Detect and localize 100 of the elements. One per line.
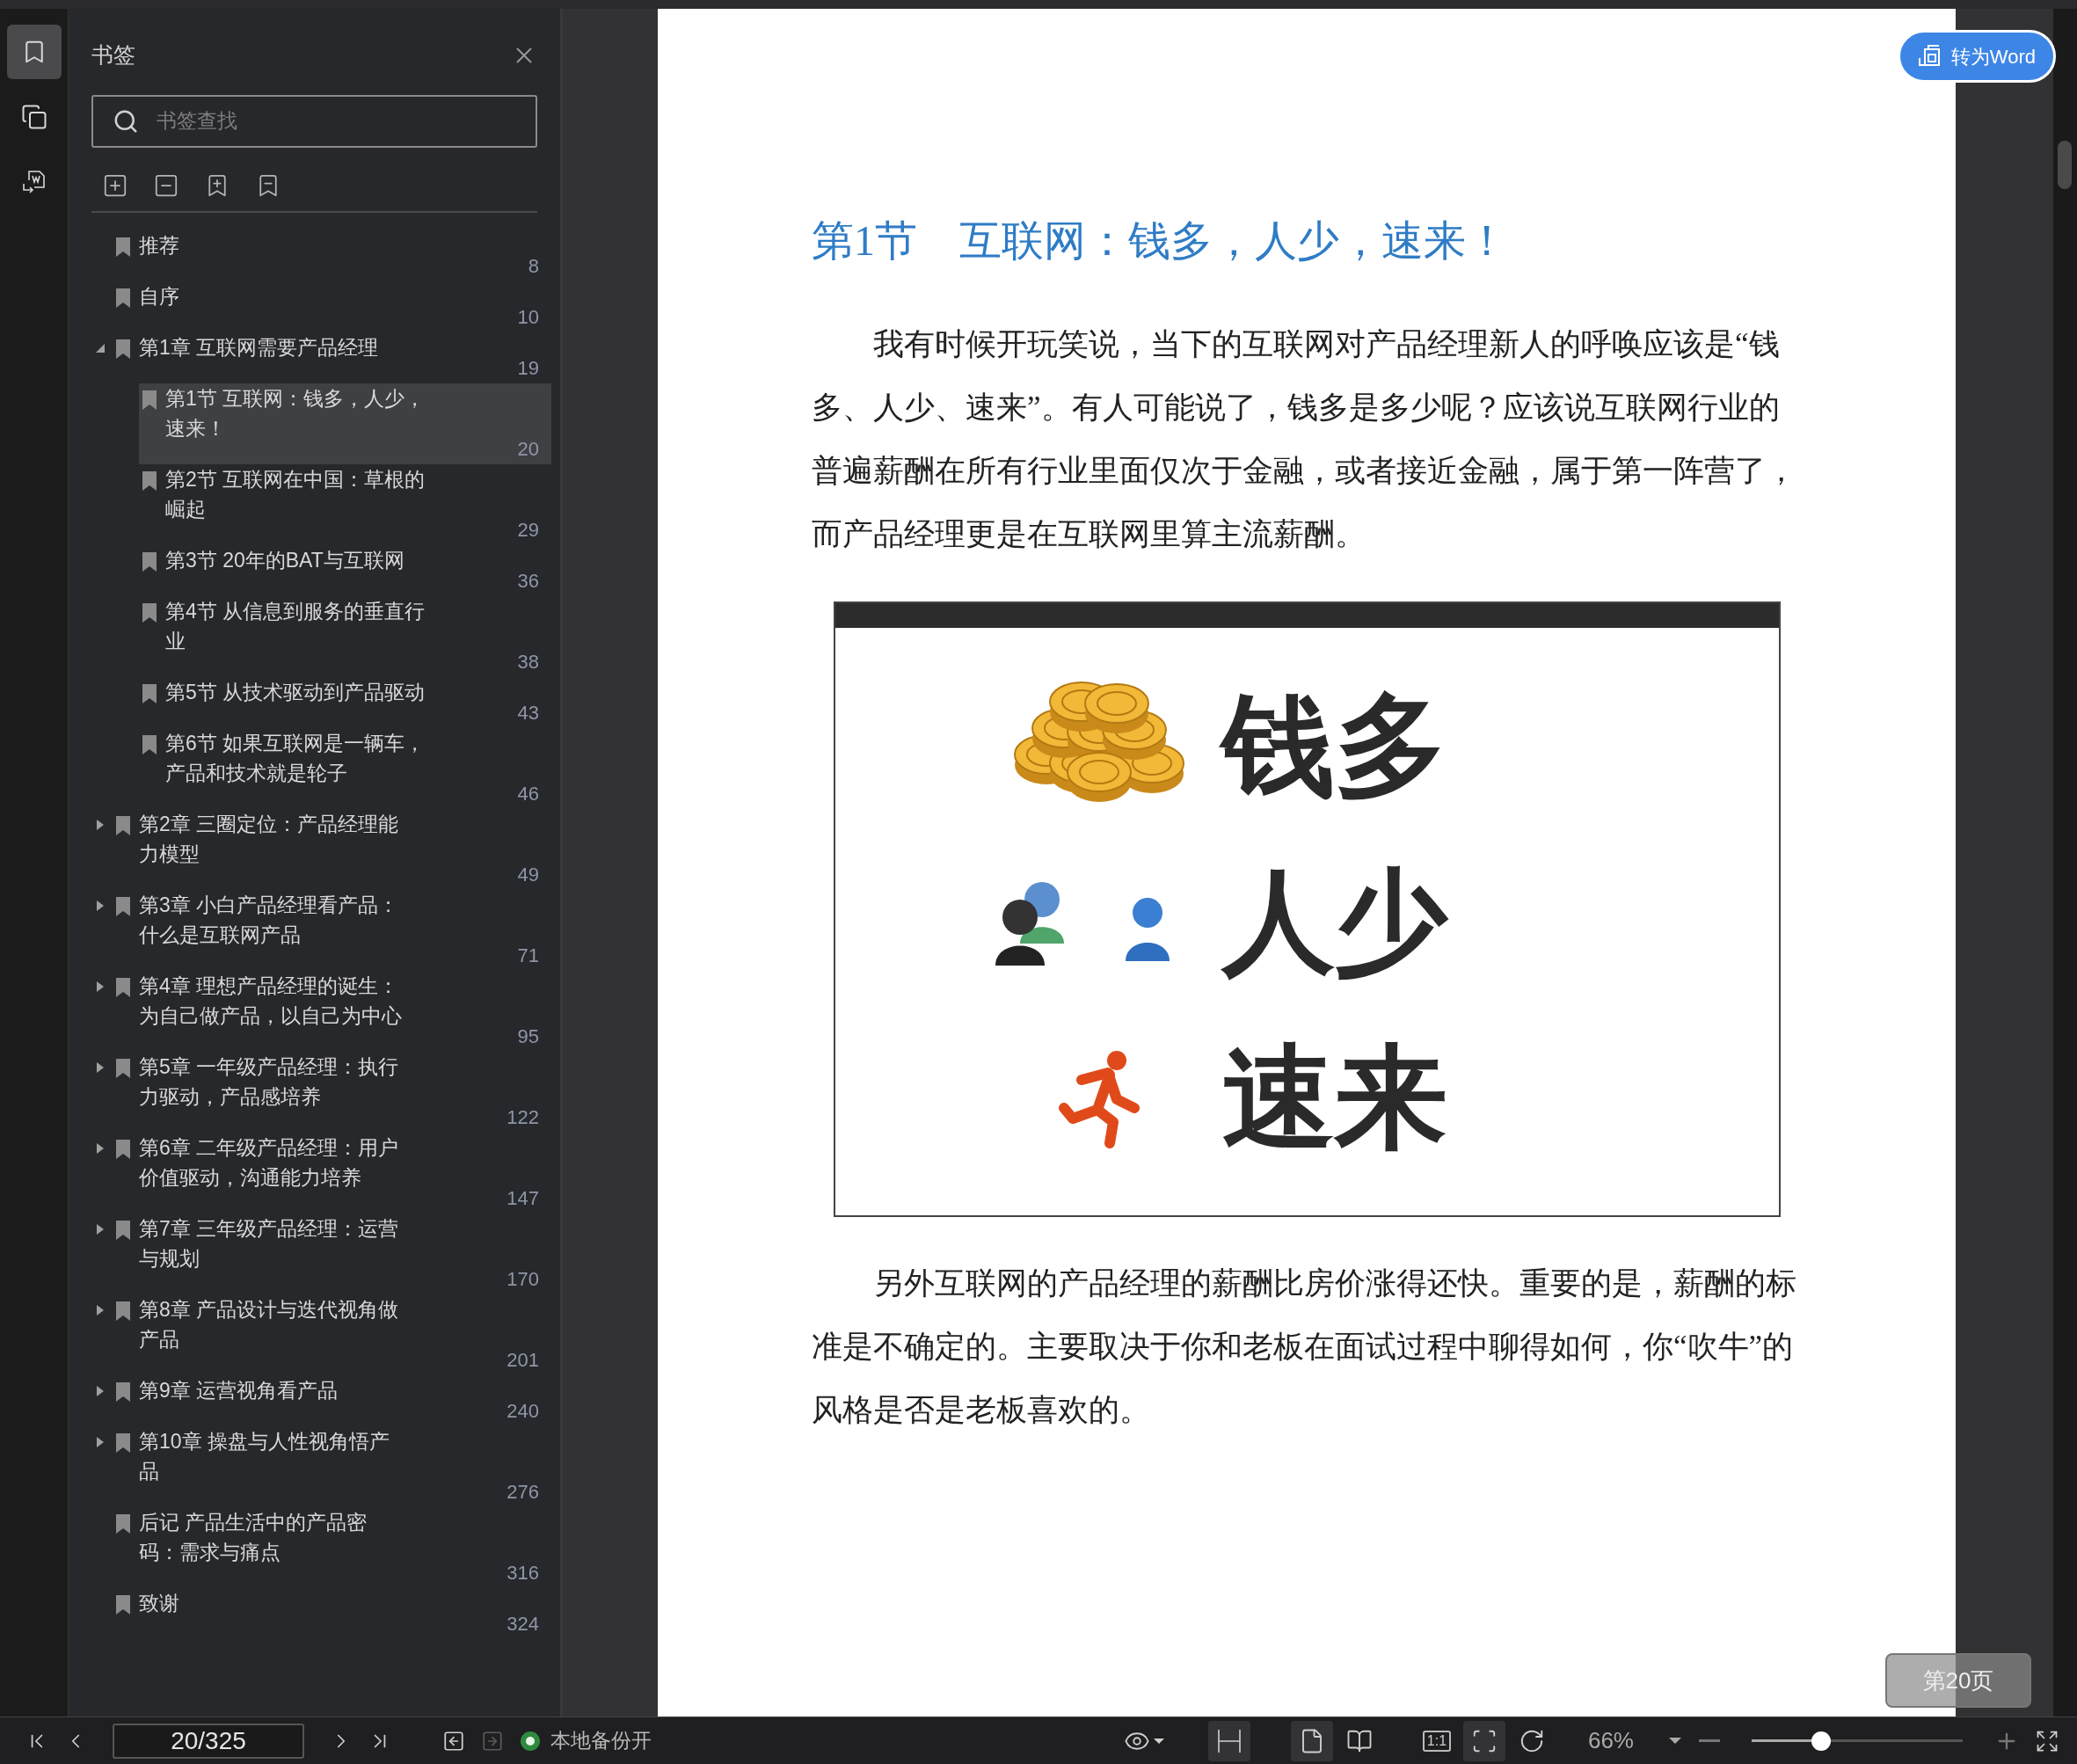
- expand-toggle[interactable]: [95, 900, 106, 911]
- triangle-icon: [97, 900, 104, 911]
- bookmark-title: 第5节 从技术驱动到产品驱动: [165, 679, 426, 705]
- expand-toggle[interactable]: [95, 1142, 106, 1154]
- bookmark-title: 第2章 三圈定位：产品经理能力模型: [139, 811, 400, 867]
- zoom-slider[interactable]: [1752, 1730, 1963, 1752]
- zoom-dropdown[interactable]: 66%: [1587, 1724, 1681, 1758]
- bookmark-item[interactable]: 第1节 互联网：钱多，人少，速来！ 20: [139, 383, 551, 464]
- bookmark-icon: [142, 390, 157, 410]
- bookmark-title: 第1节 互联网：钱多，人少，速来！: [165, 385, 426, 441]
- page-number: 201: [506, 1347, 539, 1373]
- page-number: 20: [517, 436, 539, 462]
- bookmark-item[interactable]: 第5章 一年级产品经理：执行力驱动，产品感培养 122: [113, 1051, 551, 1133]
- bookmark-icon: [116, 1220, 130, 1240]
- expand-toggle[interactable]: [95, 1223, 106, 1235]
- expand-toggle[interactable]: [95, 1061, 106, 1073]
- caret-icon: [1153, 1738, 1164, 1744]
- bookmark-icon: [116, 1432, 130, 1453]
- page-number: 46: [517, 781, 539, 806]
- bookmark-item[interactable]: 第4节 从信息到服务的垂直行业 38: [139, 595, 551, 677]
- single-page-button[interactable]: [1290, 1720, 1333, 1761]
- sidebar-tab[interactable]: [6, 25, 62, 79]
- bookmark-title: 第4节 从信息到服务的垂直行业: [165, 598, 426, 654]
- bookmark-title: 第3章 小白产品经理看产品：什么是互联网产品: [139, 892, 400, 948]
- expand-toggle[interactable]: [95, 1385, 106, 1396]
- search-field[interactable]: 书签查找: [91, 94, 537, 148]
- pages-icon: [20, 104, 47, 130]
- triangle-icon: [96, 343, 105, 353]
- page-number: 122: [506, 1104, 539, 1130]
- bookmark-item[interactable]: 第2节 互联网在中国：草根的崛起 29: [139, 463, 551, 545]
- bookmark-item[interactable]: 推荐 8: [113, 230, 551, 281]
- bookmark-item[interactable]: 第3节 20年的BAT与互联网 36: [139, 544, 551, 596]
- triangle-icon: [97, 1061, 104, 1073]
- page-number: 95: [517, 1024, 539, 1049]
- bookmark-icon: [142, 734, 157, 754]
- triangle-icon: [97, 1304, 104, 1316]
- triangle-icon: [97, 1385, 104, 1396]
- triangle-icon: [97, 1436, 104, 1447]
- bookmark-icon: [116, 896, 130, 916]
- bookmark-title: 致谢: [139, 1590, 180, 1616]
- fit-page-button[interactable]: [1462, 1720, 1505, 1761]
- bookmark-title: 自序: [139, 283, 180, 310]
- bookmark-item[interactable]: 自序 10: [113, 281, 551, 332]
- minus-icon: [1699, 1739, 1720, 1742]
- bookmark-title: 第6章 二年级产品经理：用户价值驱动，沟通能力培养: [139, 1134, 400, 1191]
- bookmark-item[interactable]: 第1章 互联网需要产品经理 19: [113, 332, 551, 383]
- page-number: 170: [506, 1266, 539, 1292]
- bookmark-item[interactable]: 致谢 324: [113, 1587, 551, 1639]
- page-number: 147: [506, 1185, 539, 1211]
- bookmark-title: 第3节 20年的BAT与互联网: [165, 547, 405, 573]
- bookmark-title: 第9章 运营视角看产品: [139, 1377, 339, 1403]
- panel-title: 书签: [91, 41, 135, 69]
- illustration-caption: 速来: [1222, 1041, 1447, 1154]
- page-number-field[interactable]: 20/325: [113, 1723, 304, 1759]
- bookmark-icon: [116, 1381, 130, 1402]
- expand-toggle[interactable]: [95, 1304, 106, 1316]
- page-number: 49: [517, 862, 539, 887]
- triangle-icon: [97, 980, 104, 992]
- page-number: 43: [517, 700, 539, 725]
- expand-toggle[interactable]: [95, 819, 106, 830]
- page-number: 8: [528, 253, 539, 279]
- body-paragraph: 我有时候开玩笑说，当下的互联网对产品经理新人的呼唤应该是“钱多、人少、速来”。有人可能说了，钱多是多少呢？应该说互联网行业的普遍薪酬在所有行业里面仅次于金融，或者接近金融，属于第一阵营了，而产品经理更是在互联网里算主流薪酬。: [812, 326, 1797, 553]
- page-number: 71: [517, 943, 539, 968]
- scrollbar-thumb[interactable]: [2058, 141, 2072, 189]
- triangle-icon: [97, 1223, 104, 1235]
- triangle-icon: [97, 1142, 104, 1154]
- section-heading: 第1节 互联网：钱多，人少，速来！: [812, 216, 1509, 266]
- expand-toggle[interactable]: [95, 1436, 106, 1447]
- bookmark-item[interactable]: 第6章 二年级产品经理：用户价值驱动，沟通能力培养 147: [113, 1132, 551, 1214]
- page-number: 324: [506, 1611, 539, 1636]
- bookmark-icon: [142, 683, 157, 703]
- bookmark-icon: [116, 977, 130, 997]
- bookmark-title: 第2节 互联网在中国：草根的崛起: [165, 466, 426, 522]
- backup-status: 本地备份开: [550, 1728, 652, 1754]
- bookmark-title: 第8章 产品设计与迭代视角做产品: [139, 1296, 400, 1352]
- expand-toggle[interactable]: [95, 980, 106, 992]
- bookmark-icon: [116, 288, 130, 308]
- bookmark-item[interactable]: 第9章 运营视角看产品 240: [113, 1374, 551, 1426]
- page-number: 29: [517, 517, 539, 543]
- bookmark-item[interactable]: 第7章 三年级产品经理：运营与规划 170: [113, 1213, 551, 1294]
- page-number: 38: [517, 649, 539, 674]
- bookmark-title: 第4章 理想产品经理的诞生：为自己做产品，以自己为中心: [139, 973, 403, 1029]
- page-number: 19: [517, 355, 539, 381]
- bookmark-item[interactable]: 第8章 产品设计与迭代视角做产品 201: [113, 1294, 551, 1375]
- fit-width-button[interactable]: [1207, 1720, 1250, 1761]
- bookmark-title: 第7章 三年级产品经理：运营与规划: [139, 1215, 400, 1272]
- page-number: 10: [517, 304, 539, 330]
- bookmark-item[interactable]: 第2章 三圈定位：产品经理能力模型 49: [113, 808, 551, 890]
- collapse-toggle[interactable]: [95, 342, 106, 354]
- bookmark-title: 第10章 操盘与人性视角悟产品: [139, 1428, 390, 1484]
- bookmark-item[interactable]: 后记 产品生活中的产品密码：需求与痛点 316: [113, 1506, 551, 1588]
- page-number: 36: [517, 568, 539, 594]
- bookmark-icon: [116, 237, 130, 257]
- actual-size-button[interactable]: 1:1: [1415, 1720, 1458, 1761]
- bookmark-item[interactable]: 第10章 操盘与人性视角悟产品 276: [113, 1425, 551, 1507]
- bookmark-item[interactable]: 第5节 从技术驱动到产品驱动 43: [139, 676, 551, 728]
- bookmark-item[interactable]: 第4章 理想产品经理的诞生：为自己做产品，以自己为中心 95: [113, 970, 551, 1052]
- bookmark-item[interactable]: 第6节 如果互联网是一辆车，产品和技术就是轮子 46: [139, 727, 551, 809]
- bookmark-item[interactable]: 第3章 小白产品经理看产品：什么是互联网产品 71: [113, 889, 551, 971]
- bookmark-icon: [116, 1513, 130, 1534]
